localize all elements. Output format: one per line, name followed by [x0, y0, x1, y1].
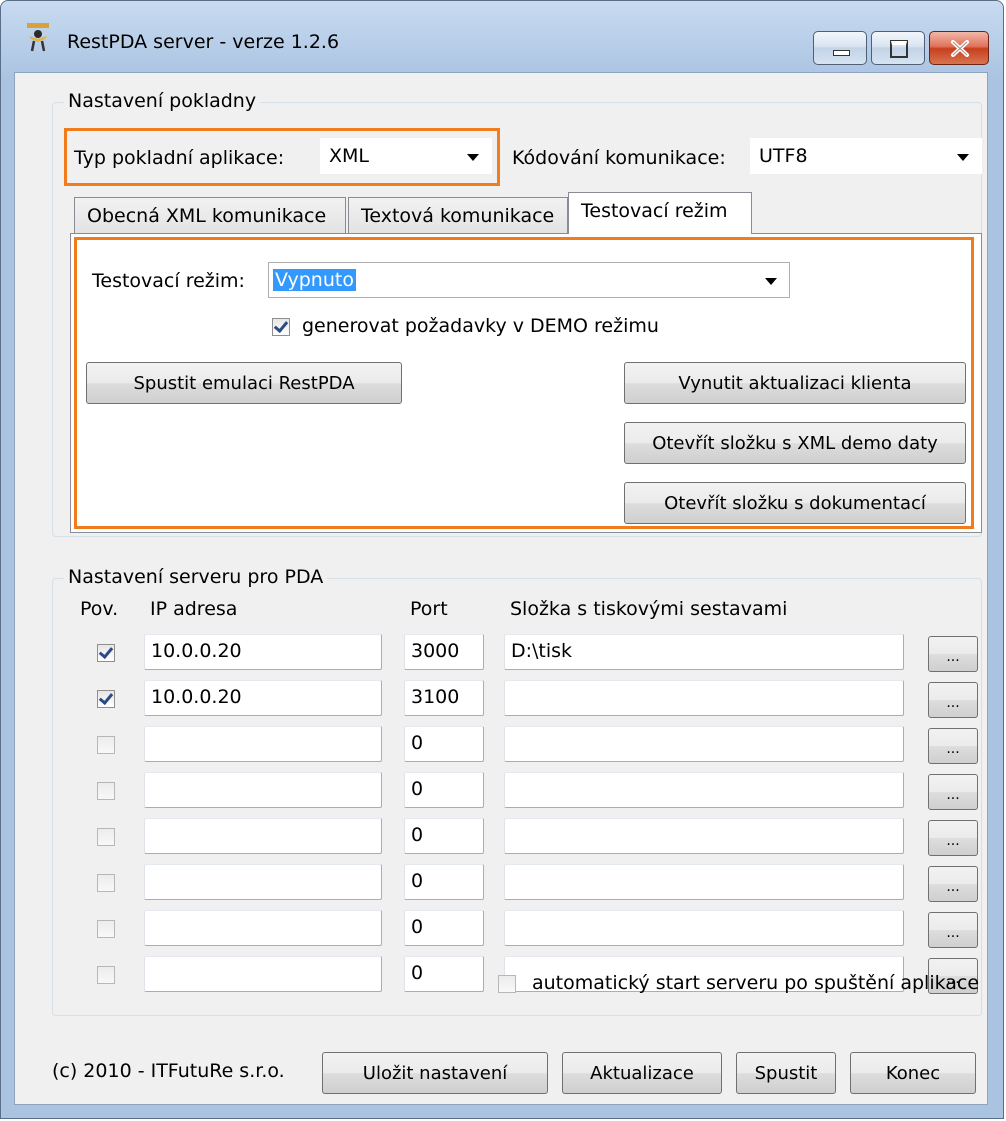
server-folder-input[interactable] — [504, 818, 904, 854]
server-ip-input[interactable] — [144, 910, 382, 946]
server-enabled-checkbox[interactable] — [97, 828, 115, 846]
browse-folder-button[interactable]: ... — [928, 682, 978, 718]
server-group-title: Nastavení serveru pro PDA — [64, 566, 328, 588]
emulate-restpda-button[interactable]: Spustit emulaci RestPDA — [86, 362, 402, 404]
server-ip-input[interactable] — [144, 726, 382, 762]
column-folder-header: Složka s tiskovými sestavami — [510, 598, 788, 620]
cash-register-group-title: Nastavení pokladny — [64, 90, 261, 112]
save-settings-button[interactable]: Uložit nastavení — [322, 1052, 548, 1094]
server-enabled-checkbox[interactable] — [97, 920, 115, 938]
browse-folder-button[interactable]: ... — [928, 912, 978, 948]
encoding-combo[interactable]: UTF8 — [750, 138, 982, 174]
browse-folder-button[interactable]: ... — [928, 728, 978, 764]
server-enabled-checkbox[interactable] — [97, 690, 115, 708]
server-folder-input[interactable] — [504, 864, 904, 900]
server-enabled-checkbox[interactable] — [97, 966, 115, 984]
chevron-down-icon — [957, 154, 969, 161]
server-enabled-checkbox[interactable] — [97, 644, 115, 662]
server-ip-input[interactable]: 10.0.0.20 — [144, 680, 382, 716]
autostart-checkbox[interactable] — [498, 975, 516, 993]
server-port-input[interactable]: 0 — [404, 726, 484, 762]
server-ip-input[interactable] — [144, 864, 382, 900]
autostart-label: automatický start serveru po spuštění ap… — [532, 972, 980, 994]
close-button[interactable] — [929, 31, 989, 65]
app-type-label: Typ pokladní aplikace: — [74, 147, 285, 169]
open-xml-demo-folder-button[interactable]: Otevřít složku s XML demo daty — [624, 422, 966, 464]
test-mode-label: Testovací režim: — [92, 270, 245, 292]
server-enabled-checkbox[interactable] — [97, 874, 115, 892]
browse-folder-button[interactable]: ... — [928, 866, 978, 902]
tab-text-communication[interactable]: Textová komunikace — [348, 197, 568, 233]
close-icon — [951, 40, 969, 57]
tab-test-mode[interactable]: Testovací režim — [568, 192, 752, 234]
start-button[interactable]: Spustit — [736, 1052, 836, 1094]
browse-folder-button[interactable]: ... — [928, 774, 978, 810]
window-title: RestPDA server - verze 1.2.6 — [67, 31, 340, 53]
test-mode-value: Vypnuto — [273, 269, 356, 291]
server-ip-input[interactable] — [144, 956, 382, 992]
server-port-input[interactable]: 0 — [404, 818, 484, 854]
encoding-label: Kódování komunikace: — [512, 147, 726, 169]
browse-folder-button[interactable]: ... — [928, 820, 978, 856]
minimize-icon — [833, 50, 850, 56]
column-ip-header: IP adresa — [150, 598, 238, 620]
server-port-input[interactable]: 0 — [404, 910, 484, 946]
update-button[interactable]: Aktualizace — [562, 1052, 722, 1094]
app-type-value: XML — [329, 145, 369, 167]
app-type-combo[interactable]: XML — [320, 138, 492, 174]
server-enabled-checkbox[interactable] — [97, 736, 115, 754]
server-folder-input[interactable] — [504, 910, 904, 946]
server-port-input[interactable]: 3100 — [404, 680, 484, 716]
demo-checkbox-label: generovat požadavky v DEMO režimu — [302, 315, 659, 337]
chevron-down-icon — [765, 278, 777, 285]
server-ip-input[interactable]: 10.0.0.20 — [144, 634, 382, 670]
column-enabled-header: Pov. — [80, 598, 119, 620]
demo-checkbox[interactable] — [272, 318, 290, 336]
server-port-input[interactable]: 3000 — [404, 634, 484, 670]
restpda-app-icon — [27, 23, 49, 52]
chevron-down-icon — [467, 154, 479, 161]
server-folder-input[interactable] — [504, 726, 904, 762]
server-port-input[interactable]: 0 — [404, 956, 484, 992]
server-folder-input[interactable] — [504, 680, 904, 716]
open-docs-folder-button[interactable]: Otevřít složku s dokumentací — [624, 482, 966, 524]
maximize-button[interactable] — [871, 31, 925, 65]
maximize-icon — [890, 40, 908, 58]
browse-folder-button[interactable]: ... — [928, 636, 978, 672]
server-ip-input[interactable] — [144, 772, 382, 808]
copyright-text: (c) 2010 - ITFutuRe s.r.o. — [52, 1060, 285, 1082]
test-mode-combo[interactable]: Vypnuto — [268, 262, 790, 298]
server-folder-input[interactable] — [504, 772, 904, 808]
tab-general-xml[interactable]: Obecná XML komunikace — [74, 197, 346, 233]
server-port-input[interactable]: 0 — [404, 864, 484, 900]
server-folder-input[interactable]: D:\tisk — [504, 634, 904, 670]
encoding-value: UTF8 — [759, 145, 808, 167]
column-port-header: Port — [410, 598, 448, 620]
force-client-update-button[interactable]: Vynutit aktualizaci klienta — [624, 362, 966, 404]
exit-button[interactable]: Konec — [850, 1052, 976, 1094]
server-ip-input[interactable] — [144, 818, 382, 854]
server-port-input[interactable]: 0 — [404, 772, 484, 808]
server-enabled-checkbox[interactable] — [97, 782, 115, 800]
minimize-button[interactable] — [813, 31, 867, 65]
